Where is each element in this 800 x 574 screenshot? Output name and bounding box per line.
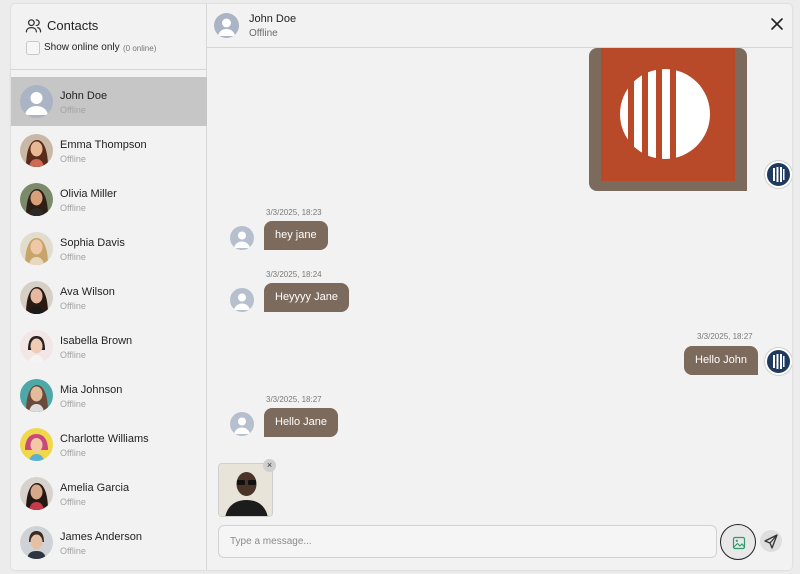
contact-photo [20, 183, 53, 216]
contact-status: Offline [60, 497, 86, 507]
contact-status: Offline [60, 203, 86, 213]
chat-panel: John Doe Offline 3/3/2025, 18:23 hey jan… [207, 4, 792, 570]
contact-avatar [230, 288, 254, 312]
message-timestamp: 3/3/2025, 18:27 [697, 332, 753, 341]
contact-name: Charlotte Williams [60, 433, 149, 445]
chat-avatar [214, 13, 239, 38]
contact-name: Mia Johnson [60, 384, 123, 396]
message-bubble: hey jane [264, 221, 328, 250]
contact-item[interactable]: Charlotte Williams Offline [11, 420, 207, 469]
contact-item[interactable]: Ava Wilson Offline [11, 273, 207, 322]
contacts-title: Contacts [47, 18, 99, 33]
contact-status: Offline [60, 546, 86, 556]
contacts-sidebar: Contacts Show online only (0 online) Joh… [11, 4, 207, 570]
message-image [601, 48, 735, 181]
attachment-preview [218, 463, 273, 517]
contact-item[interactable]: Mia Johnson Offline [11, 371, 207, 420]
contact-status: Offline [60, 105, 86, 115]
default-avatar [20, 85, 53, 118]
user-avatar [765, 161, 792, 188]
contact-photo [20, 379, 53, 412]
contact-name: Sophia Davis [60, 237, 125, 249]
attach-image-button[interactable] [720, 524, 756, 560]
message-timestamp: 3/3/2025, 18:27 [266, 395, 322, 404]
contact-name: Emma Thompson [60, 139, 147, 151]
contact-item[interactable]: Olivia Miller Offline [11, 175, 207, 224]
chat-contact-name: John Doe [249, 13, 297, 25]
online-only-checkbox[interactable] [26, 41, 40, 55]
contact-status: Offline [60, 350, 86, 360]
contact-photo [20, 330, 53, 363]
send-button[interactable] [760, 530, 782, 552]
contact-status: Offline [60, 399, 86, 409]
contact-photo [20, 526, 53, 559]
message-bubble: Hello John [684, 346, 758, 375]
contact-item[interactable]: Sophia Davis Offline [11, 224, 207, 273]
chat-header: John Doe Offline [207, 4, 792, 48]
contact-item[interactable]: Amelia Garcia Offline [11, 469, 207, 518]
message-timestamp: 3/3/2025, 18:24 [266, 270, 322, 279]
contact-name: James Anderson [60, 531, 142, 543]
send-icon [764, 534, 778, 549]
contact-status: Offline [60, 154, 86, 164]
contact-photo [20, 428, 53, 461]
contact-name: Olivia Miller [60, 188, 117, 200]
users-icon [25, 19, 42, 33]
message-timestamp: 3/3/2025, 18:23 [266, 208, 322, 217]
image-icon [732, 536, 746, 550]
contact-avatar [230, 412, 254, 436]
contact-item[interactable]: James Anderson Offline [11, 518, 207, 567]
contact-photo [20, 477, 53, 510]
online-count: (0 online) [123, 44, 157, 53]
contact-status: Offline [60, 448, 86, 458]
contact-item[interactable]: Isabella Brown Offline [11, 322, 207, 371]
contact-avatar [230, 226, 254, 250]
message-bubble: Heyyyy Jane [264, 283, 349, 312]
contacts-header: Contacts Show online only (0 online) [11, 4, 207, 70]
online-only-label[interactable]: Show online only [44, 42, 120, 53]
user-avatar [765, 348, 792, 375]
contact-photo [20, 232, 53, 265]
contact-name: Isabella Brown [60, 335, 133, 347]
contact-item[interactable]: Emma Thompson Offline [11, 126, 207, 175]
contact-name: John Doe [60, 90, 108, 102]
message-bubble: Hello Jane [264, 408, 338, 437]
contact-status: Offline [60, 301, 86, 311]
chat-contact-status: Offline [249, 28, 278, 39]
contact-name: Ava Wilson [60, 286, 115, 298]
contact-photo [20, 281, 53, 314]
contact-item[interactable]: John Doe Offline [11, 77, 207, 126]
remove-attachment-button[interactable]: × [263, 459, 276, 472]
chat-app: Contacts Show online only (0 online) Joh… [11, 4, 792, 570]
image-message[interactable] [589, 48, 747, 191]
contact-photo [20, 134, 53, 167]
contact-name: Amelia Garcia [60, 482, 130, 494]
contact-status: Offline [60, 252, 86, 262]
message-input[interactable] [218, 525, 717, 558]
close-icon[interactable] [770, 17, 784, 31]
